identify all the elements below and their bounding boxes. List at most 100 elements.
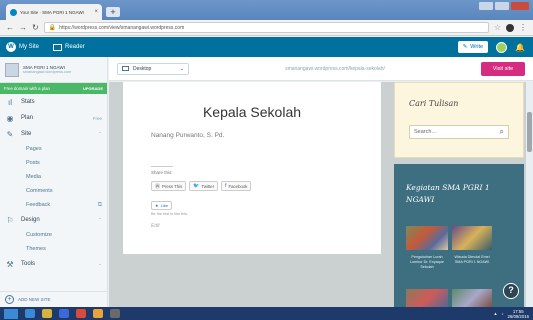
pencil-icon: ✎ xyxy=(6,129,14,139)
sidebar-item-comments[interactable]: Comments xyxy=(0,184,107,198)
plan-banner[interactable]: Free domain with a plan UPGRADE xyxy=(0,83,107,94)
write-label: Write xyxy=(470,44,484,50)
wordpress-toolbar: W My Site Reader ✎ Write 🔔 xyxy=(0,37,533,57)
search-widget-title: Cari Tulisan xyxy=(409,99,459,108)
wordpress-favicon-icon xyxy=(10,8,17,16)
device-select[interactable]: Desktop ⌄ xyxy=(117,62,189,75)
search-input[interactable]: Search… ⌕ xyxy=(409,125,509,139)
sidebar-item-label: Stats xyxy=(21,99,35,105)
facebook-share-button[interactable]: f Facebook xyxy=(221,181,252,191)
browser-menu-icon[interactable]: ⋮ xyxy=(519,23,527,32)
reload-icon[interactable]: ↻ xyxy=(32,23,39,32)
extension-icon[interactable] xyxy=(506,23,514,32)
design-icon: ⚐ xyxy=(6,215,14,225)
press-this-button[interactable]: Ⓦ Press This xyxy=(151,181,187,191)
preview-url: smanangawi.wordpress.com/kepala-sekolah/ xyxy=(285,65,385,72)
kegiatan-widget-title: Kegiatan SMA PGRI 1 NGAWI xyxy=(406,183,490,204)
wordpress-logo-icon: W xyxy=(6,42,16,52)
sidebar-item-site[interactable]: ✎ Site ⌃ xyxy=(0,126,107,142)
system-tray: ▲ ♪ 17:55 26/09/2016 xyxy=(494,309,529,319)
url-input[interactable]: 🔒 https://wordpress.com/view/smanangawi.… xyxy=(43,22,489,33)
sidebar: SMA PGRI 1 NGAWI smanangawi.wordpress.co… xyxy=(0,57,108,307)
write-icon: ✎ xyxy=(462,44,468,50)
arrow-left-icon[interactable]: ← xyxy=(6,23,14,32)
help-icon[interactable]: ? xyxy=(503,283,519,299)
reader-link[interactable]: Reader xyxy=(53,43,85,51)
sidebar-item-label: Plan xyxy=(21,115,34,121)
sidebar-item-tools[interactable]: ⚒ Tools ⌄ xyxy=(0,256,107,272)
sidebar-item-label: Site xyxy=(21,131,32,137)
browser-tab-strip: Your Site · SMA PGRI 1 NGAWI × + xyxy=(0,0,533,20)
avatar[interactable] xyxy=(496,41,508,53)
site-preview: Kepala Sekolah Nanang Purwanto, S. Pd. S… xyxy=(109,82,533,307)
volume-icon[interactable]: ♪ xyxy=(501,311,503,316)
twitter-share-button[interactable]: 🐦 Twitter xyxy=(189,181,219,191)
post-author: Nanang Purwanto, S. Pd. xyxy=(151,132,225,139)
sidebar-item-customize[interactable]: Customize xyxy=(0,228,107,242)
scrollbar-thumb[interactable] xyxy=(527,112,532,152)
like-button[interactable]: ★ Like xyxy=(151,201,172,210)
url-text: https://wordpress.com/view/smanangawi.wo… xyxy=(59,24,185,31)
minimize-icon[interactable] xyxy=(479,2,493,10)
network-icon[interactable]: ▲ xyxy=(494,311,498,316)
chevron-down-icon: ⌄ xyxy=(98,261,102,266)
scrollbar[interactable] xyxy=(526,82,533,307)
search-widget: Cari Tulisan Search… ⌕ xyxy=(394,82,524,158)
sidebar-item-design[interactable]: ⚐ Design ⌃ xyxy=(0,212,107,228)
wordpress-logo-icon: Ⓦ xyxy=(155,183,161,190)
ie-icon[interactable] xyxy=(25,309,35,318)
add-new-site-button[interactable]: + ADD NEW SITE xyxy=(0,291,108,307)
sidebar-item-media[interactable]: Media xyxy=(0,170,107,184)
plan-banner-text: Free domain with a plan xyxy=(4,86,50,91)
address-bar: ← → ↻ 🔒 https://wordpress.com/view/smana… xyxy=(0,20,533,36)
windows-start-icon[interactable] xyxy=(4,308,18,319)
new-tab-button[interactable]: + xyxy=(106,7,120,17)
post-title: Kepala Sekolah xyxy=(202,104,302,120)
chevron-up-icon: ⌃ xyxy=(98,217,102,222)
gallery-photo[interactable] xyxy=(406,226,448,250)
sidebar-item-plan[interactable]: ◉ Plan Free xyxy=(0,110,107,126)
write-button[interactable]: ✎ Write xyxy=(457,41,489,53)
site-card[interactable]: SMA PGRI 1 NGAWI smanangawi.wordpress.co… xyxy=(0,57,107,83)
browser-tab[interactable]: Your Site · SMA PGRI 1 NGAWI × xyxy=(6,4,102,20)
window-controls xyxy=(479,2,529,10)
arrow-right-icon[interactable]: → xyxy=(19,23,27,32)
tools-icon: ⚒ xyxy=(6,259,14,269)
sidebar-item-pages[interactable]: Pages xyxy=(0,142,107,156)
folder-icon[interactable] xyxy=(42,309,52,318)
my-site-link[interactable]: W My Site xyxy=(6,42,39,52)
site-url: smanangawi.wordpress.com xyxy=(23,70,72,74)
plus-icon: + xyxy=(5,295,14,304)
photo-caption: Pengukuhan Lurah Lombor Dr. Enyaque Seko… xyxy=(410,255,444,269)
visit-site-button[interactable]: Visit site xyxy=(481,61,525,76)
sidebar-item-posts[interactable]: Posts xyxy=(0,156,107,170)
plan-badge: Free xyxy=(92,115,102,121)
search-icon[interactable]: ⌕ xyxy=(500,127,504,137)
notifications-bell-icon[interactable]: 🔔 xyxy=(515,43,525,52)
bookmark-star-icon[interactable]: ☆ xyxy=(494,23,501,32)
sidebar-item-label: Tools xyxy=(21,261,36,267)
gallery-photo[interactable] xyxy=(452,289,492,307)
chrome-icon[interactable] xyxy=(93,309,103,318)
sidebar-item-feedback[interactable]: Feedback ⧉ xyxy=(0,198,107,212)
window-close-icon[interactable] xyxy=(511,2,529,10)
facebook-icon: f xyxy=(225,183,227,189)
star-icon: ★ xyxy=(155,203,159,208)
maximize-icon[interactable] xyxy=(495,2,509,10)
app-icon[interactable] xyxy=(110,309,120,318)
clock[interactable]: 17:55 26/09/2016 xyxy=(507,309,529,319)
my-site-label: My Site xyxy=(19,44,40,50)
upgrade-button[interactable]: UPGRADE xyxy=(83,86,103,91)
twitter-icon: 🐦 xyxy=(193,183,200,189)
divider xyxy=(151,166,173,167)
edit-link[interactable]: Edit xyxy=(151,223,160,229)
gallery-photo[interactable] xyxy=(406,289,448,307)
sidebar-item-themes[interactable]: Themes xyxy=(0,242,107,256)
tab-close-icon[interactable]: × xyxy=(94,9,98,15)
os-taskbar: ▲ ♪ 17:55 26/09/2016 xyxy=(0,307,533,320)
media-player-icon[interactable] xyxy=(59,309,69,318)
sidebar-item-stats[interactable]: ıl Stats xyxy=(0,94,107,110)
gallery-photo[interactable] xyxy=(452,226,492,250)
app-icon[interactable] xyxy=(76,309,86,318)
post-card: Kepala Sekolah Nanang Purwanto, S. Pd. S… xyxy=(123,82,381,254)
